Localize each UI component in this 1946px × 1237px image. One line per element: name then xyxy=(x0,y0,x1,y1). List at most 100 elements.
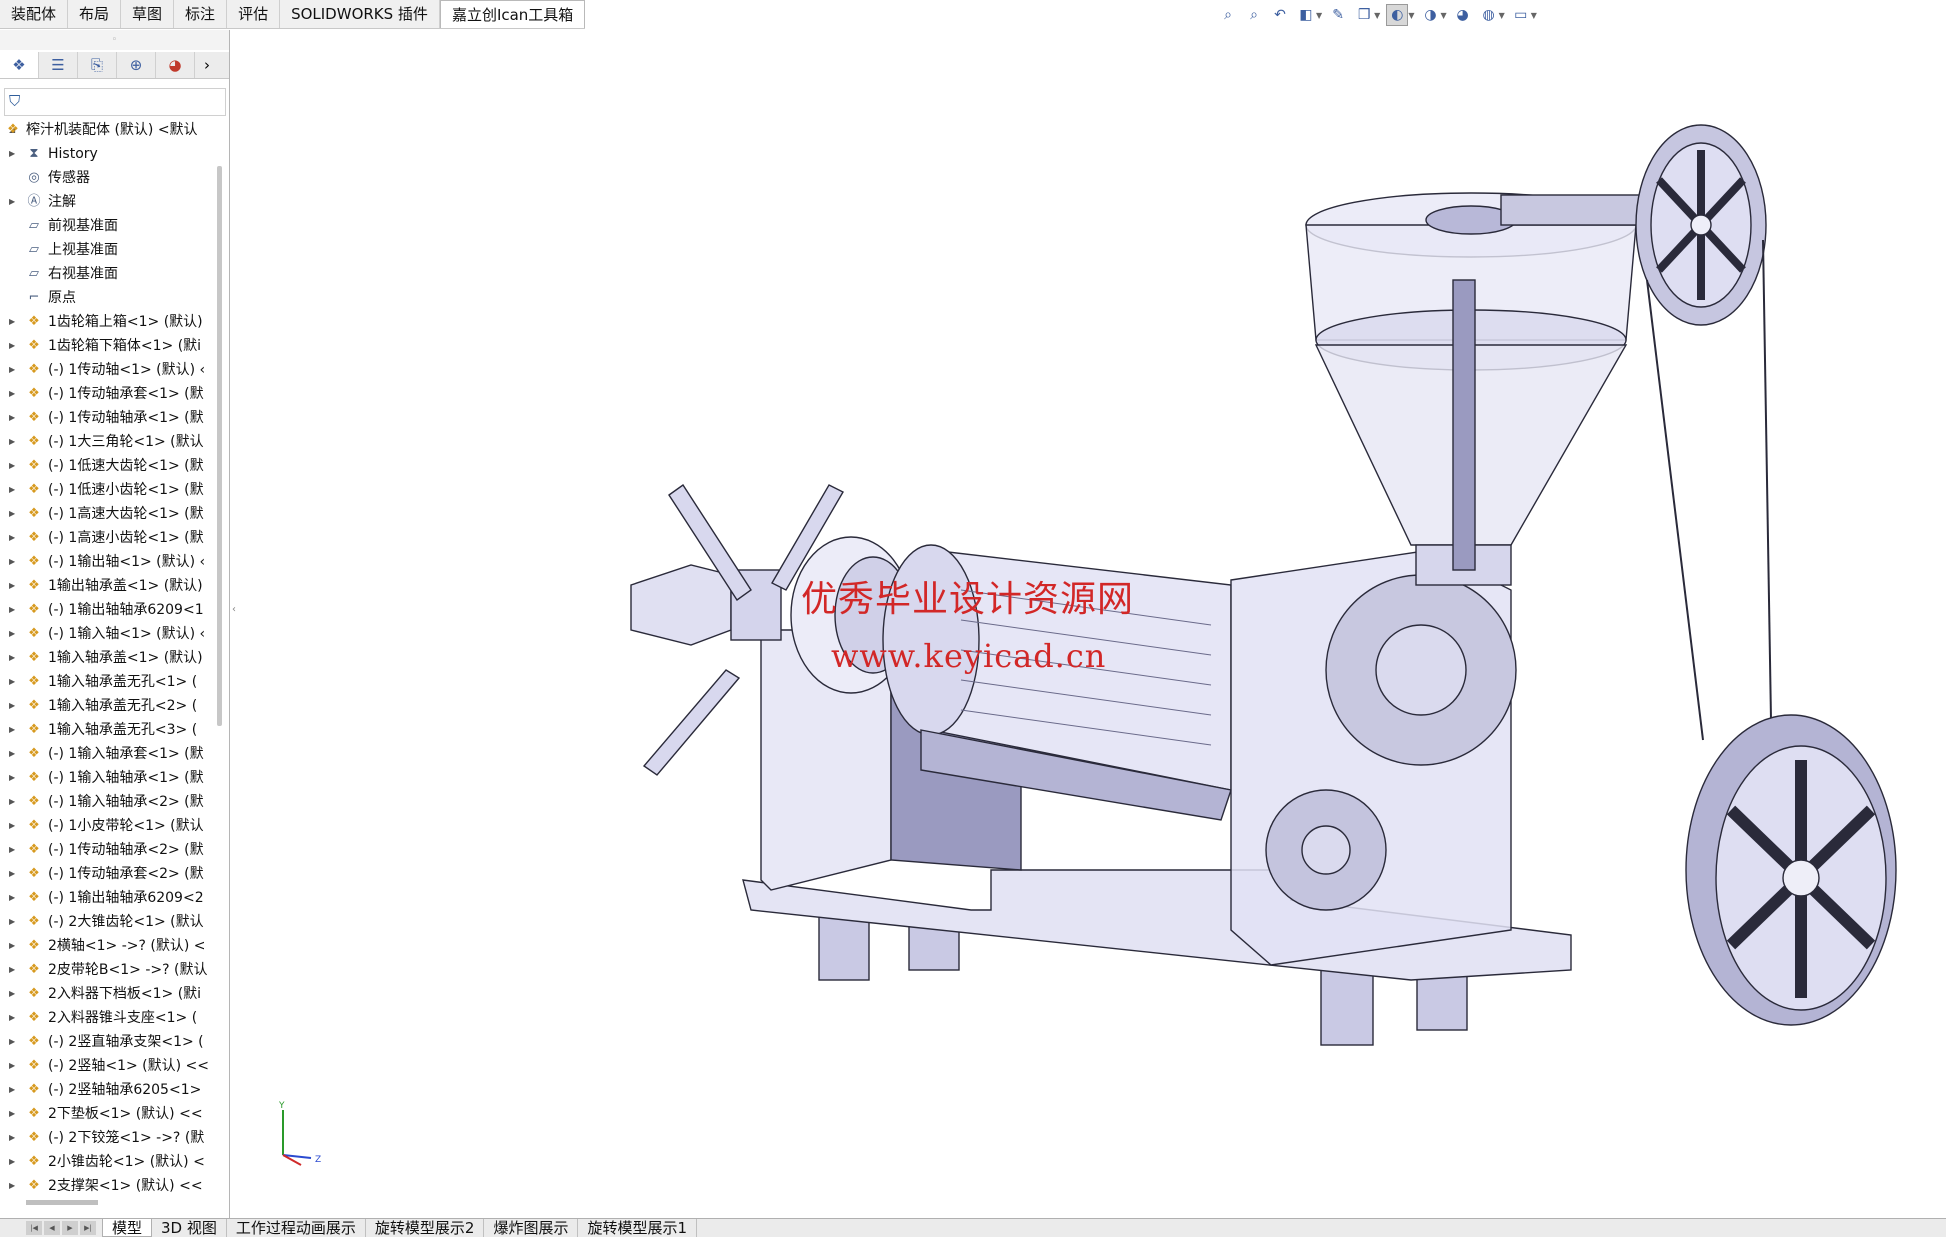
tree-item-component[interactable]: ▶ ❖ (-) 1高速小齿轮<1> (默 xyxy=(0,526,218,550)
filter-icon[interactable]: ⛉ xyxy=(9,92,20,110)
featuremanager-icon[interactable]: ❖ xyxy=(0,52,39,78)
hide-show-icon[interactable]: ◑ xyxy=(1420,5,1440,25)
bottom-tab[interactable]: 模型 xyxy=(102,1219,153,1237)
tree-item-component[interactable]: ▶ ❖ 1齿轮箱下箱体<1> (默i xyxy=(0,334,218,358)
expand-arrow-icon[interactable]: ▶ xyxy=(9,478,15,502)
bottom-tab[interactable]: 旋转模型展示1 xyxy=(578,1219,698,1237)
tree-item-component[interactable]: ▶ ❖ 1输入轴承盖无孔<2> ( xyxy=(0,694,218,718)
tree-item-component[interactable]: ▶ ❖ (-) 1输入轴轴承<1> (默 xyxy=(0,766,218,790)
tree-item-plane[interactable]: ▱ 上视基准面 xyxy=(0,238,218,262)
command-tab[interactable]: 嘉立创Ican工具箱 xyxy=(439,0,586,28)
tree-item-component[interactable]: ▶ ❖ 2小锥齿轮<1> (默认) < xyxy=(0,1150,218,1174)
tree-item-component[interactable]: ▶ ❖ (-) 1输出轴<1> (默认) ‹ xyxy=(0,550,218,574)
expand-arrow-icon[interactable]: ▶ xyxy=(9,742,15,766)
view-orientation-icon[interactable]: ❒ xyxy=(1354,5,1374,25)
dropdown-caret-icon[interactable]: ▼ xyxy=(1440,11,1446,20)
expand-arrow-icon[interactable]: ▶ xyxy=(9,526,15,550)
expand-arrow-icon[interactable]: ▶ xyxy=(9,1126,15,1150)
expand-arrow-icon[interactable]: ▶ xyxy=(9,1174,15,1198)
expand-arrow-icon[interactable]: ▶ xyxy=(9,310,15,334)
tree-item-annotation[interactable]: ▶ Ⓐ 注解 xyxy=(0,190,218,214)
view-settings-icon[interactable]: ▭ xyxy=(1511,5,1531,25)
expand-arrow-icon[interactable]: ▶ xyxy=(9,574,15,598)
section-view-icon[interactable]: ◧ xyxy=(1296,5,1316,25)
command-tab[interactable]: 标注 xyxy=(174,0,228,28)
bottom-tab[interactable]: 爆炸图展示 xyxy=(484,1219,579,1237)
tree-item-component[interactable]: ▶ ❖ (-) 1低速大齿轮<1> (默 xyxy=(0,454,218,478)
tree-horizontal-scrollbar[interactable] xyxy=(26,1200,98,1205)
tree-item-component[interactable]: ▶ ❖ (-) 1输出轴轴承6209<1 xyxy=(0,598,218,622)
expand-arrow-icon[interactable]: ▶ xyxy=(9,1150,15,1174)
tree-item-component[interactable]: ▶ ❖ (-) 2下铰笼<1> ->? (默 xyxy=(0,1126,218,1150)
graphics-area[interactable]: Y Z 优秀毕业设计资源网 www.keyicad.cn xyxy=(231,30,1946,1220)
tree-item-component[interactable]: ▶ ❖ 2支撑架<1> (默认) << xyxy=(0,1174,218,1198)
tree-item-component[interactable]: ▶ ❖ (-) 2竖轴轴承6205<1> xyxy=(0,1078,218,1102)
expand-arrow-icon[interactable]: ▶ xyxy=(9,550,15,574)
tree-item-plane[interactable]: ▱ 前视基准面 xyxy=(0,214,218,238)
expand-arrow-icon[interactable]: ▶ xyxy=(9,790,15,814)
tree-item-origin[interactable]: ⌐ 原点 xyxy=(0,286,218,310)
zoom-area-icon[interactable]: ⌕ xyxy=(1244,5,1264,25)
expand-arrow-icon[interactable]: ▶ xyxy=(9,430,15,454)
first-tab-icon[interactable]: |◀ xyxy=(26,1221,42,1235)
tree-item-component[interactable]: ▶ ❖ 1齿轮箱上箱<1> (默认) xyxy=(0,310,218,334)
tree-item-component[interactable]: ▶ ❖ (-) 1高速大齿轮<1> (默 xyxy=(0,502,218,526)
tree-item-component[interactable]: ▶ ❖ (-) 1传动轴轴承<2> (默 xyxy=(0,838,218,862)
tree-item-component[interactable]: ▶ ❖ (-) 1传动轴<1> (默认) ‹ xyxy=(0,358,218,382)
tree-item-component[interactable]: ▶ ❖ (-) 1输入轴承套<1> (默 xyxy=(0,742,218,766)
expand-arrow-icon[interactable]: ▶ xyxy=(9,622,15,646)
tree-item-component[interactable]: ▶ ❖ (-) 1大三角轮<1> (默认 xyxy=(0,430,218,454)
tree-item-component[interactable]: ▶ ❖ 2皮带轮B<1> ->? (默认 xyxy=(0,958,218,982)
configurationmanager-icon[interactable]: ⎘ xyxy=(78,52,117,78)
expand-arrow-icon[interactable]: ▶ xyxy=(9,718,15,742)
tree-item-component[interactable]: ▶ ❖ (-) 2竖轴<1> (默认) << xyxy=(0,1054,218,1078)
next-tab-icon[interactable]: ▶ xyxy=(62,1221,78,1235)
last-tab-icon[interactable]: ▶| xyxy=(80,1221,96,1235)
expand-arrow-icon[interactable]: ▶ xyxy=(9,454,15,478)
expand-arrow-icon[interactable]: ▶ xyxy=(9,1054,15,1078)
command-tab[interactable]: 草图 xyxy=(121,0,175,28)
tree-item-component[interactable]: ▶ ❖ 2入料器锥斗支座<1> ( xyxy=(0,1006,218,1030)
bottom-tab[interactable]: 工作过程动画展示 xyxy=(227,1219,366,1237)
tree-filter[interactable]: ⛉ xyxy=(4,88,226,116)
tree-item-component[interactable]: ▶ ❖ (-) 1输入轴轴承<2> (默 xyxy=(0,790,218,814)
expand-arrow-icon[interactable]: ▶ xyxy=(9,982,15,1006)
tree-item-component[interactable]: ▶ ❖ (-) 2大锥齿轮<1> (默认 xyxy=(0,910,218,934)
panel-grip[interactable]: ◦ xyxy=(0,30,229,50)
dropdown-caret-icon[interactable]: ▼ xyxy=(1531,11,1537,20)
expand-arrow-icon[interactable]: ▶ xyxy=(9,934,15,958)
expand-arrow-icon[interactable]: ▶ xyxy=(9,862,15,886)
expand-arrow-icon[interactable]: ▶ xyxy=(9,1006,15,1030)
expand-arrow-icon[interactable]: ▶ xyxy=(9,670,15,694)
display-style-icon[interactable]: ◐ xyxy=(1386,4,1409,26)
expand-arrow-icon[interactable]: ▶ xyxy=(9,838,15,862)
bottom-tab[interactable]: 旋转模型展示2 xyxy=(366,1219,485,1237)
dropdown-caret-icon[interactable]: ▼ xyxy=(1499,11,1505,20)
expand-arrow-icon[interactable]: ▶ xyxy=(9,502,15,526)
tree-item-component[interactable]: ▶ ❖ (-) 1输出轴轴承6209<2 xyxy=(0,886,218,910)
tree-item-component[interactable]: ▶ ❖ (-) 1传动轴承套<1> (默 xyxy=(0,382,218,406)
command-tab[interactable]: 装配体 xyxy=(0,0,69,28)
expand-arrow-icon[interactable]: ▶ xyxy=(9,406,15,430)
tree-item-component[interactable]: ▶ ❖ (-) 2竖直轴承支架<1> ( xyxy=(0,1030,218,1054)
expand-arrow-icon[interactable]: ▶ xyxy=(9,1030,15,1054)
tree-item-component[interactable]: ▶ ❖ (-) 1传动轴轴承<1> (默 xyxy=(0,406,218,430)
edit-appearance-icon[interactable]: ◕ xyxy=(1453,5,1473,25)
expand-arrow-icon[interactable]: ▶ xyxy=(9,766,15,790)
expand-arrow-icon[interactable]: ▶ xyxy=(9,334,15,358)
expand-arrow-icon[interactable]: ▶ xyxy=(9,190,15,214)
tree-item-component[interactable]: ▶ ❖ 1输入轴承盖<1> (默认) xyxy=(0,646,218,670)
expand-arrow-icon[interactable]: ▶ xyxy=(9,646,15,670)
more-tabs-icon[interactable]: › xyxy=(195,52,219,78)
dimxpertmanager-icon[interactable]: ⊕ xyxy=(117,52,156,78)
dropdown-caret-icon[interactable]: ▼ xyxy=(1408,11,1414,20)
expand-arrow-icon[interactable]: ▶ xyxy=(9,358,15,382)
dropdown-caret-icon[interactable]: ▼ xyxy=(1316,11,1322,20)
tree-item-component[interactable]: ▶ ❖ (-) 1小皮带轮<1> (默认 xyxy=(0,814,218,838)
dynamic-annotation-icon[interactable]: ✎ xyxy=(1328,5,1348,25)
expand-arrow-icon[interactable]: ▶ xyxy=(9,910,15,934)
tree-item-component[interactable]: ▶ ❖ 1输出轴承盖<1> (默认) xyxy=(0,574,218,598)
command-tab[interactable]: 评估 xyxy=(227,0,281,28)
tree-item-sensor[interactable]: ◎ 传感器 xyxy=(0,166,218,190)
expand-arrow-icon[interactable]: ▶ xyxy=(9,598,15,622)
